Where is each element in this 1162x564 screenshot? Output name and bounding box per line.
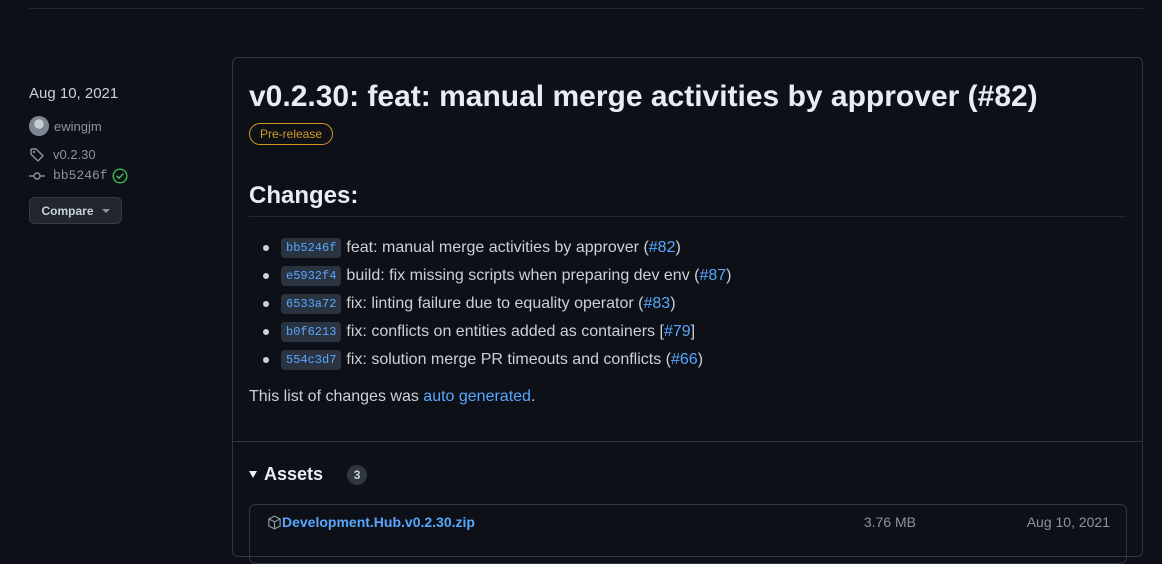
commit-sha-link[interactable]: 554c3d7 <box>281 350 342 370</box>
list-item: b0f6213 fix: conflicts on entities added… <box>249 318 732 346</box>
tag-link[interactable]: v0.2.30 <box>29 146 219 163</box>
release-meta: Aug 10, 2021 ewingjm v0.2.30 bb5246f Com… <box>29 84 219 224</box>
compare-button[interactable]: Compare <box>29 197 122 224</box>
assets-toggle[interactable]: Assets 3 <box>249 464 368 485</box>
auto-generated-link[interactable]: auto generated <box>423 388 531 405</box>
author-name[interactable]: ewingjm <box>54 119 102 134</box>
change-text: build: fix missing scripts when preparin… <box>346 267 700 284</box>
top-divider <box>29 8 1143 9</box>
change-text: fix: solution merge PR timeouts and conf… <box>346 351 671 368</box>
compare-label: Compare <box>41 203 94 218</box>
author-link[interactable]: ewingjm <box>29 116 219 136</box>
verified-check-icon[interactable] <box>112 167 128 184</box>
assets-count-badge: 3 <box>347 464 368 485</box>
asset-row: Development.Hub.v0.2.30.zip 3.76 MB Aug … <box>250 505 1126 539</box>
change-text-end: ) <box>697 351 704 368</box>
pr-link[interactable]: #82 <box>649 239 676 257</box>
bullet <box>263 245 269 251</box>
commit-sha-link[interactable]: bb5246f <box>281 238 342 258</box>
footnote-prefix: This list of changes was <box>249 388 424 405</box>
list-item: e5932f4 build: fix missing scripts when … <box>249 262 732 290</box>
pr-link[interactable]: #79 <box>664 323 691 341</box>
assets-list: Development.Hub.v0.2.30.zip 3.76 MB Aug … <box>249 504 1127 564</box>
list-item: 554c3d7 fix: solution merge PR timeouts … <box>249 346 732 374</box>
pr-link[interactable]: #87 <box>699 267 726 285</box>
chevron-down-icon <box>101 208 110 213</box>
heading-divider <box>249 216 1126 217</box>
commit-sha[interactable]: bb5246f <box>53 168 108 183</box>
triangle-down-icon <box>249 471 257 478</box>
bullet <box>263 301 269 307</box>
release-title[interactable]: v0.2.30: feat: manual merge activities b… <box>249 80 1038 114</box>
change-text-end: ] <box>690 323 696 340</box>
change-text: feat: manual merge activities by approve… <box>346 239 649 256</box>
asset-download-link[interactable]: Development.Hub.v0.2.30.zip <box>282 514 475 530</box>
release-card: v0.2.30: feat: manual merge activities b… <box>232 57 1143 564</box>
list-item: 6533a72 fix: linting failure due to equa… <box>249 290 732 318</box>
tag-name[interactable]: v0.2.30 <box>53 147 96 162</box>
commit-icon <box>29 168 47 184</box>
package-icon <box>267 515 282 535</box>
footnote-suffix: . <box>530 388 536 405</box>
tag-icon <box>29 147 47 163</box>
pr-link[interactable]: #66 <box>671 351 698 369</box>
changes-list: bb5246f feat: manual merge activities by… <box>249 234 732 374</box>
list-item: bb5246f feat: manual merge activities by… <box>249 234 732 262</box>
commit-link[interactable]: bb5246f <box>29 167 219 184</box>
auto-generated-note: This list of changes was auto generated. <box>249 388 535 406</box>
avatar[interactable] <box>29 116 49 136</box>
asset-date: Aug 10, 2021 <box>1026 514 1110 530</box>
change-text: fix: conflicts on entities added as cont… <box>346 323 664 340</box>
release-date: Aug 10, 2021 <box>29 85 119 102</box>
pr-link[interactable]: #83 <box>643 295 670 313</box>
prerelease-badge: Pre-release <box>249 123 334 145</box>
commit-sha-link[interactable]: e5932f4 <box>281 266 342 286</box>
change-text-end: ) <box>675 239 681 256</box>
change-text-end: ) <box>726 267 732 284</box>
commit-sha-link[interactable]: 6533a72 <box>281 294 342 314</box>
asset-size: 3.76 MB <box>863 514 916 530</box>
changes-heading: Changes: <box>249 182 359 209</box>
commit-sha-link[interactable]: b0f6213 <box>281 322 342 342</box>
bullet <box>263 357 269 363</box>
bullet <box>263 273 269 279</box>
assets-divider <box>233 441 1142 442</box>
assets-heading: Assets <box>264 464 324 484</box>
bullet <box>263 329 269 335</box>
change-text: fix: linting failure due to equality ope… <box>346 295 644 312</box>
change-text-end: ) <box>670 295 676 312</box>
